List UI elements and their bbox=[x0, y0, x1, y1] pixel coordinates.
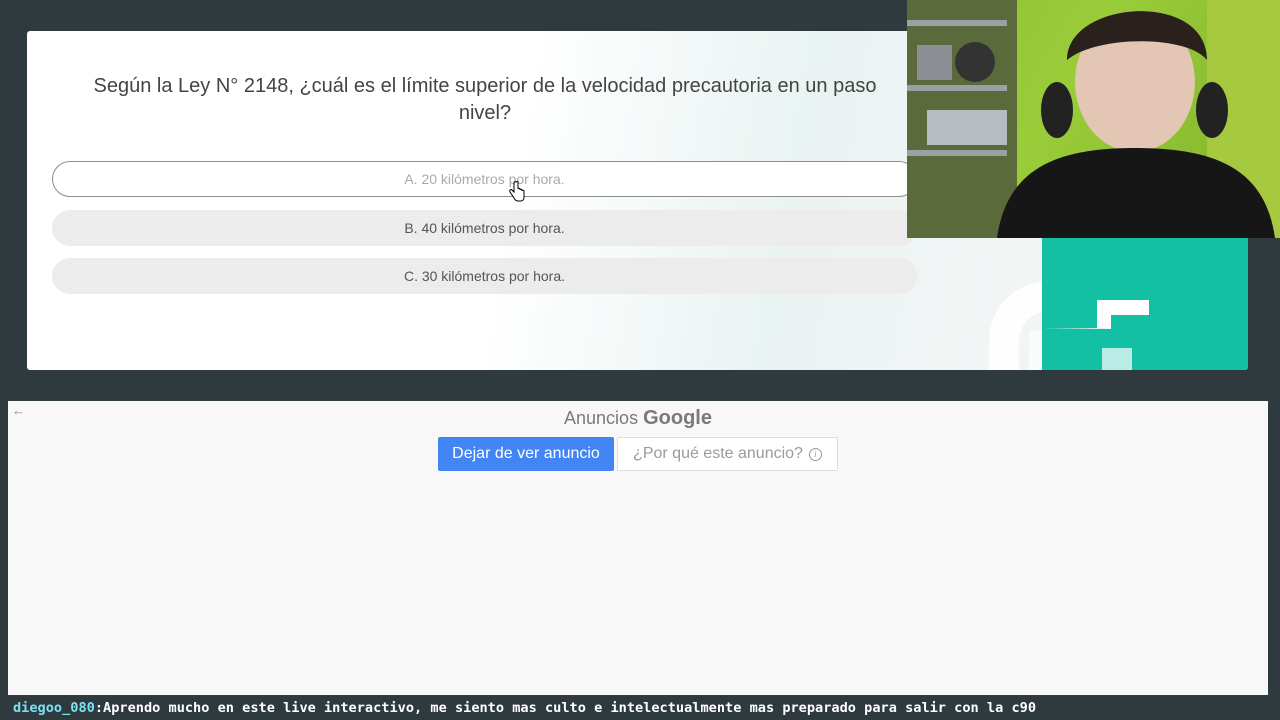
hand-cursor-icon bbox=[509, 181, 525, 202]
answer-option-a[interactable]: A. 20 kilómetros por hora. bbox=[52, 161, 917, 197]
chat-separator: : bbox=[94, 699, 104, 716]
brand-mark-icon bbox=[1042, 300, 1149, 370]
webcam-overlay bbox=[907, 0, 1280, 238]
chat-username: diegoo_080 bbox=[13, 699, 95, 716]
ad-panel: ← Anuncios Google Dejar de ver anuncio ¿… bbox=[8, 401, 1268, 695]
chat-ticker: diegoo_080: Aprendo mucho en este live i… bbox=[0, 695, 1280, 720]
brand-block bbox=[1042, 238, 1248, 370]
google-logo: Google bbox=[643, 407, 712, 429]
why-this-ad-button[interactable]: ¿Por qué este anuncio? i bbox=[617, 437, 838, 471]
ad-title: Anuncios Google bbox=[8, 407, 1268, 430]
streamer-camera-icon bbox=[907, 0, 1280, 238]
quiz-question: Según la Ley N° 2148, ¿cuál es el límite… bbox=[93, 75, 877, 124]
info-icon: i bbox=[808, 447, 822, 461]
why-this-ad-label: ¿Por qué este anuncio? bbox=[633, 445, 803, 462]
answer-option-b[interactable]: B. 40 kilómetros por hora. bbox=[52, 210, 917, 246]
ad-title-prefix: Anuncios bbox=[564, 408, 639, 428]
answer-option-c[interactable]: C. 30 kilómetros por hora. bbox=[52, 258, 917, 294]
chat-message: Aprendo mucho en este live interactivo, … bbox=[103, 699, 1037, 716]
stop-ad-button[interactable]: Dejar de ver anuncio bbox=[438, 437, 614, 471]
